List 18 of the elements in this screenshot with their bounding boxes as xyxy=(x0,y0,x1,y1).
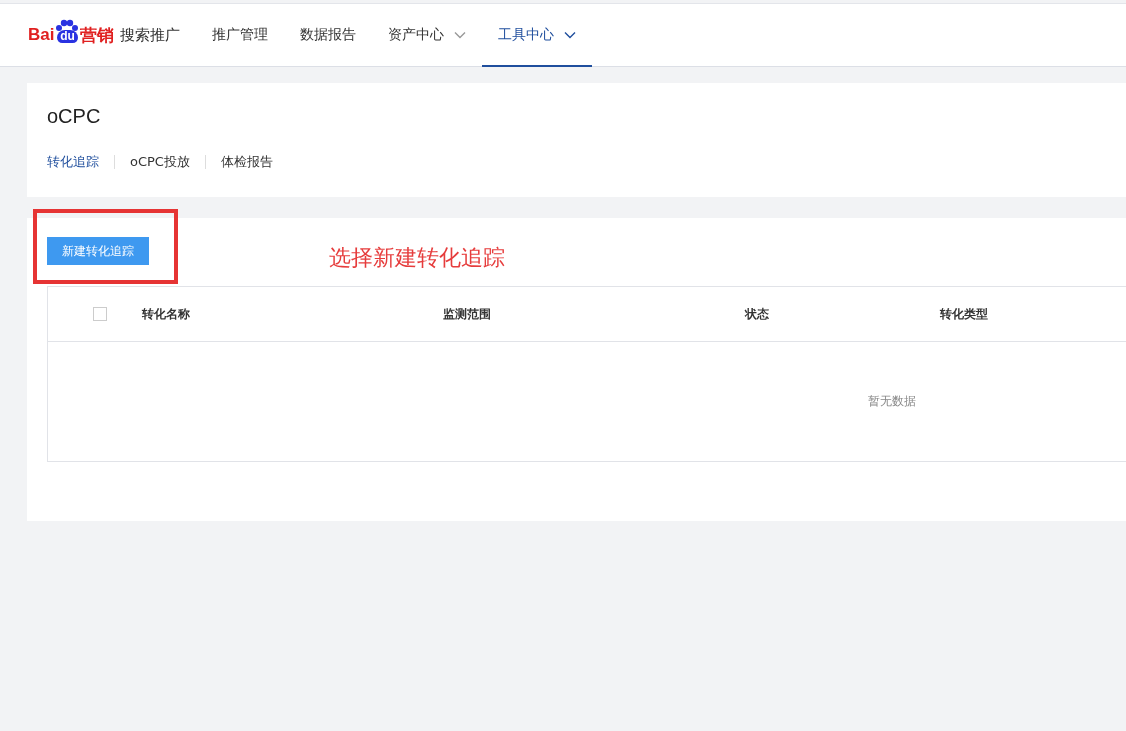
column-header: 状态 xyxy=(745,305,769,323)
logo-text: Bai xyxy=(28,25,55,45)
nav-item[interactable]: 资产中心 xyxy=(372,4,483,67)
nav-item[interactable]: 推广管理 xyxy=(196,4,285,67)
nav-item[interactable]: 数据报告 xyxy=(284,4,373,67)
column-header: 转化类型 xyxy=(940,305,988,323)
logo-text: 营销 xyxy=(80,24,115,47)
nav-item[interactable]: 工具中心 xyxy=(482,4,593,67)
tab[interactable]: 转化追踪 xyxy=(47,153,99,171)
checkbox[interactable] xyxy=(93,307,107,321)
tab[interactable]: 体检报告 xyxy=(220,153,273,171)
column-header: 监测范围 xyxy=(443,305,491,323)
page-title: oCPC xyxy=(47,105,102,129)
annotation-text: 选择新建转化追踪 xyxy=(329,244,505,272)
empty-text: 暂无数据 xyxy=(868,393,916,410)
column-header: 转化名称 xyxy=(142,305,190,323)
product-name: 搜索推广 xyxy=(120,24,181,46)
tab[interactable]: oCPC投放 xyxy=(130,153,190,171)
